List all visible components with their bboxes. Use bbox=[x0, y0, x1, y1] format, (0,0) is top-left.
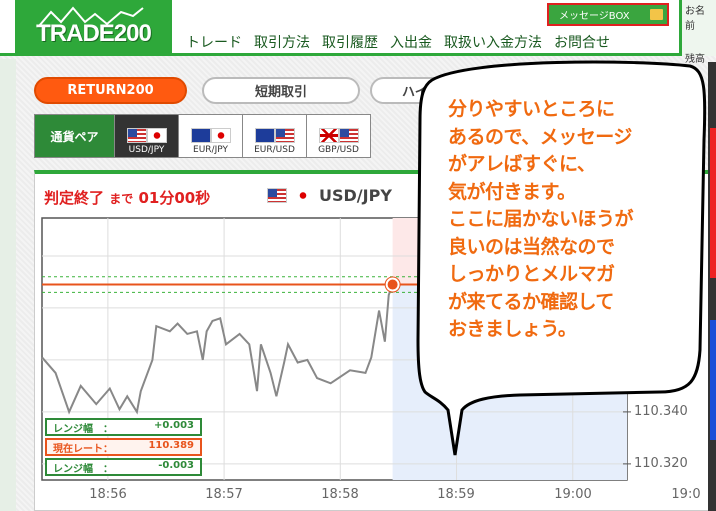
callout-line: 分りやすいところに bbox=[448, 98, 615, 120]
callout-line: が来てるか確認して bbox=[448, 290, 614, 313]
callout-line: しっかりとメルマガ bbox=[448, 263, 615, 285]
callout-text: 分りやすいところに あるので、メッセージ がアレばすぐに、 気が付きます。 ここ… bbox=[448, 96, 634, 344]
callout-line: 良いのは当然なので bbox=[448, 235, 615, 258]
callout-line: ここに届かないほうが bbox=[448, 208, 634, 230]
callout-line: 気が付きます。 bbox=[448, 180, 576, 203]
callout-line: がアレばすぐに、 bbox=[448, 153, 596, 175]
callout-line: あるので、メッセージ bbox=[448, 125, 632, 148]
callout-line: おきましょう。 bbox=[448, 318, 577, 340]
